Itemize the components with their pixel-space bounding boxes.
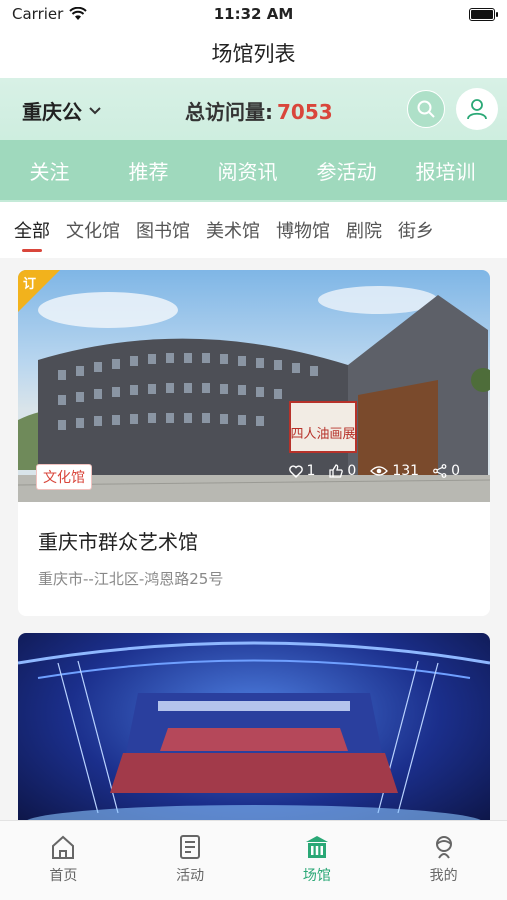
search-button[interactable]: [407, 90, 445, 128]
city-selector[interactable]: 重庆公: [22, 96, 102, 125]
tab-profile[interactable]: 我的: [380, 821, 507, 900]
status-time: 11:32 AM: [213, 5, 294, 23]
category-tab-booking[interactable]: 订: [495, 156, 507, 185]
page-title: 场馆列表: [211, 42, 296, 66]
share-icon: [433, 464, 447, 478]
user-icon: [467, 99, 487, 120]
bottom-tab-bar: 首页 活动 场馆 我的: [0, 820, 507, 900]
category-tab-training[interactable]: 报培训: [396, 156, 495, 185]
venue-stats: 1 0 131 0: [288, 463, 460, 479]
eye-icon: [370, 466, 389, 476]
thumbs-up-icon: [329, 464, 344, 478]
visits-label: 总访问量:: [185, 100, 273, 124]
shares-count: 0: [451, 463, 460, 479]
category-tab-follow[interactable]: 关注: [0, 156, 99, 185]
user-button[interactable]: [456, 88, 498, 130]
type-tab-art[interactable]: 美术馆: [206, 217, 260, 243]
city-label: 重庆公: [22, 100, 82, 124]
venue-card[interactable]: [18, 633, 490, 833]
venue-type-tabs: 全部 文化馆 图书馆 美术馆 博物馆 剧院 街乡: [0, 202, 507, 258]
thumbs-count: 0: [347, 463, 357, 479]
battery-icon: [469, 7, 498, 21]
header-row: 重庆公 总访问量: 7053: [0, 78, 507, 140]
category-tabs: 关注 推荐 阅资讯 参活动 报培训 订: [0, 140, 507, 200]
type-tab-culture[interactable]: 文化馆: [66, 217, 120, 243]
visit-counter: 总访问量: 7053: [185, 96, 333, 125]
likes-stat[interactable]: 1: [288, 463, 316, 479]
category-tab-recommend[interactable]: 推荐: [99, 156, 198, 185]
document-icon: [180, 835, 201, 859]
type-tab-all[interactable]: 全部: [14, 217, 50, 252]
venue-icon: [305, 836, 328, 858]
type-tab-museum[interactable]: 博物馆: [276, 217, 330, 243]
venue-photo: [18, 633, 490, 833]
tab-venues-label: 场馆: [302, 868, 331, 884]
chevron-down-icon: [89, 106, 101, 114]
venue-title: 重庆市群众艺术馆: [38, 530, 198, 554]
type-tab-street[interactable]: 街乡: [398, 217, 434, 243]
visits-count: 7053: [277, 100, 333, 124]
views-count: 131: [392, 463, 420, 479]
status-bar: Carrier 11:32 AM: [0, 0, 507, 28]
home-icon: [52, 835, 75, 859]
shares-stat[interactable]: 0: [433, 463, 460, 479]
category-tab-activities[interactable]: 参活动: [297, 156, 396, 185]
banner-text: 四人油画展: [290, 427, 355, 442]
tab-activities[interactable]: 活动: [127, 821, 254, 900]
heart-icon: [288, 464, 303, 478]
category-tab-news[interactable]: 阅资讯: [198, 156, 297, 185]
tab-home[interactable]: 首页: [0, 821, 127, 900]
type-tab-theater[interactable]: 剧院: [346, 217, 382, 243]
likes-count: 1: [306, 463, 316, 479]
thumbs-stat[interactable]: 0: [329, 463, 356, 479]
tab-activities-label: 活动: [176, 868, 205, 884]
status-left: Carrier: [12, 5, 88, 23]
nav-bar: 场馆列表: [0, 28, 507, 78]
profile-icon: [435, 836, 452, 859]
wifi-icon: [69, 7, 88, 20]
tab-profile-label: 我的: [429, 868, 458, 884]
carrier-label: Carrier: [12, 5, 64, 23]
corner-badge-label: 订: [23, 277, 37, 292]
type-tab-library[interactable]: 图书馆: [136, 217, 190, 243]
venue-header: 重庆公 总访问量:7053 关注 推荐 阅资讯 参活动 报培训 订: [0, 78, 507, 202]
venue-type-tag: 文化馆: [36, 464, 92, 490]
tab-home-label: 首页: [49, 868, 78, 884]
venue-address: 重庆市--江北区-鸿恩路25号: [38, 570, 224, 588]
search-icon: [417, 100, 435, 118]
views-stat: 131: [370, 463, 419, 479]
tab-venues[interactable]: 场馆: [254, 821, 381, 900]
venue-card[interactable]: 四人油画展 订 文化馆 1 0 131 0 重庆市群众艺术馆 重庆市--江北区-…: [18, 270, 490, 616]
